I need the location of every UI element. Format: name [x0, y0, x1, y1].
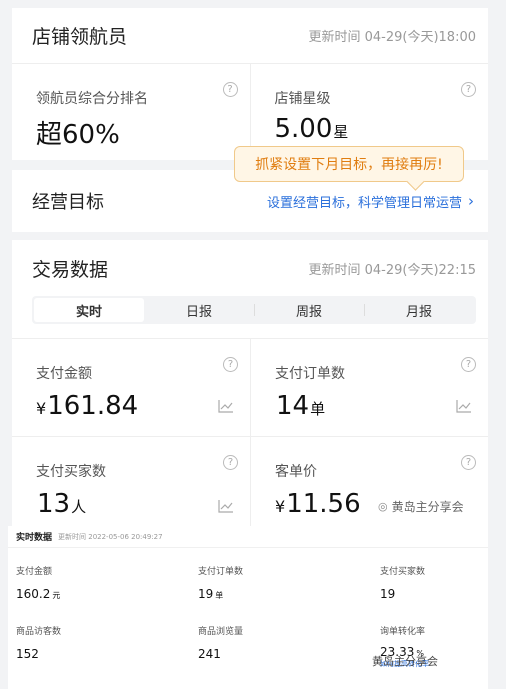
period-tabs: 实时 日报 周报 月报: [32, 296, 476, 324]
help-icon[interactable]: ?: [222, 82, 238, 97]
mini-metric-label: 支付订单数: [198, 567, 244, 577]
mini-metric: 支付金额 160.2 元: [16, 564, 166, 601]
mini-metric-label: 支付金额: [16, 567, 53, 577]
trend-chart-icon[interactable]: [218, 499, 234, 513]
chevron-right-icon: ›: [468, 192, 474, 210]
metric-avg-order-value[interactable]: 客单价 ¥11.56 ?: [250, 436, 488, 534]
help-icon[interactable]: ?: [223, 455, 238, 470]
mini-metric-label: 商品访客数: [16, 627, 62, 637]
trade-data-title: 交易数据: [32, 258, 109, 281]
mini-metric-value: 160.2 元: [16, 587, 61, 601]
metric-pay-amount[interactable]: 支付金额 ¥161.84 ?: [12, 338, 250, 436]
metric-label: 客单价: [275, 464, 317, 480]
mini-metric-value: 19: [380, 587, 396, 601]
set-goal-link-label: 设置经营目标，科学管理日常运营: [266, 195, 462, 211]
mini-metric: 支付订单数 19 单: [198, 564, 348, 601]
metric-label: 支付买家数: [36, 464, 106, 480]
mini-metric: 支付买家数 19: [380, 564, 506, 601]
set-goal-link[interactable]: 设置经营目标，科学管理日常运营 ›: [267, 192, 474, 211]
mini-metric: 商品访客数 152: [16, 624, 166, 661]
watermark-text: 黄岛主分享会: [372, 655, 438, 668]
metric-value: 超60%: [36, 120, 120, 150]
trade-data-card: 交易数据 更新时间 04-29(今天)22:15 实时 日报 周报 月报 支付金…: [12, 240, 488, 534]
trade-data-header: 交易数据 更新时间 04-29(今天)22:15: [12, 240, 488, 296]
app-page: 店铺领航员 更新时间 04-29(今天)18:00 领航员综合分排名 超60% …: [0, 0, 506, 689]
business-goal-title: 经营目标: [32, 192, 104, 213]
store-navigator-header: 店铺领航员 更新时间 04-29(今天)18:00: [12, 8, 488, 64]
realtime-data-header: 实时数据 更新时间 2022-05-06 20:49:27: [8, 526, 488, 548]
metric-value: 5.00星: [274, 114, 349, 144]
goal-reminder-tooltip: 抓紧设置下月目标，再接再厉!: [234, 146, 464, 182]
metric-label: 支付金额: [36, 366, 92, 382]
help-icon[interactable]: ?: [461, 455, 476, 470]
mini-metric: 商品浏览量 241: [198, 624, 348, 661]
trade-data-update-time: 更新时间 04-29(今天)22:15: [308, 262, 476, 278]
help-icon[interactable]: ?: [223, 357, 238, 372]
mini-metric-value: 241: [198, 647, 221, 661]
realtime-data-update-time: 更新时间 2022-05-06 20:49:27: [58, 532, 163, 541]
mini-metric-value: 152: [16, 647, 39, 661]
tab-monthly[interactable]: 月报: [364, 298, 474, 322]
watermark: ◎ 黄岛主分享会: [378, 498, 464, 515]
trend-chart-icon[interactable]: [456, 399, 472, 413]
mini-metric-label: 询单转化率: [380, 627, 426, 637]
mini-metric-label: 支付买家数: [380, 567, 426, 577]
mini-metric-label: 商品浏览量: [198, 627, 244, 637]
help-icon[interactable]: ?: [461, 357, 476, 372]
metric-label: 支付订单数: [275, 366, 345, 382]
metric-label: 领航员综合分排名: [36, 91, 148, 107]
store-navigator-card: 店铺领航员 更新时间 04-29(今天)18:00 领航员综合分排名 超60% …: [12, 8, 488, 160]
metric-pay-buyers[interactable]: 支付买家数 13人 ?: [12, 436, 250, 534]
store-navigator-title: 店铺领航员: [32, 26, 128, 48]
tab-weekly[interactable]: 周报: [254, 298, 364, 322]
metric-pay-orders[interactable]: 支付订单数 14单 ?: [250, 338, 488, 436]
watermark: 黄岛主分享会: [372, 653, 438, 669]
metric-label: 店铺星级: [274, 91, 331, 107]
realtime-data-title: 实时数据: [16, 533, 53, 543]
tab-daily[interactable]: 日报: [144, 298, 254, 322]
metric-navigator-rank[interactable]: 领航员综合分排名 超60% ?: [12, 64, 250, 160]
mini-metric-value: 19 单: [198, 587, 224, 601]
wechat-icon: ◎: [378, 500, 388, 513]
tab-realtime[interactable]: 实时: [34, 298, 144, 322]
help-icon[interactable]: ?: [461, 82, 476, 97]
trend-chart-icon[interactable]: [218, 399, 234, 413]
watermark-text: 黄岛主分享会: [391, 500, 464, 514]
store-navigator-update-time: 更新时间 04-29(今天)18:00: [308, 30, 476, 45]
